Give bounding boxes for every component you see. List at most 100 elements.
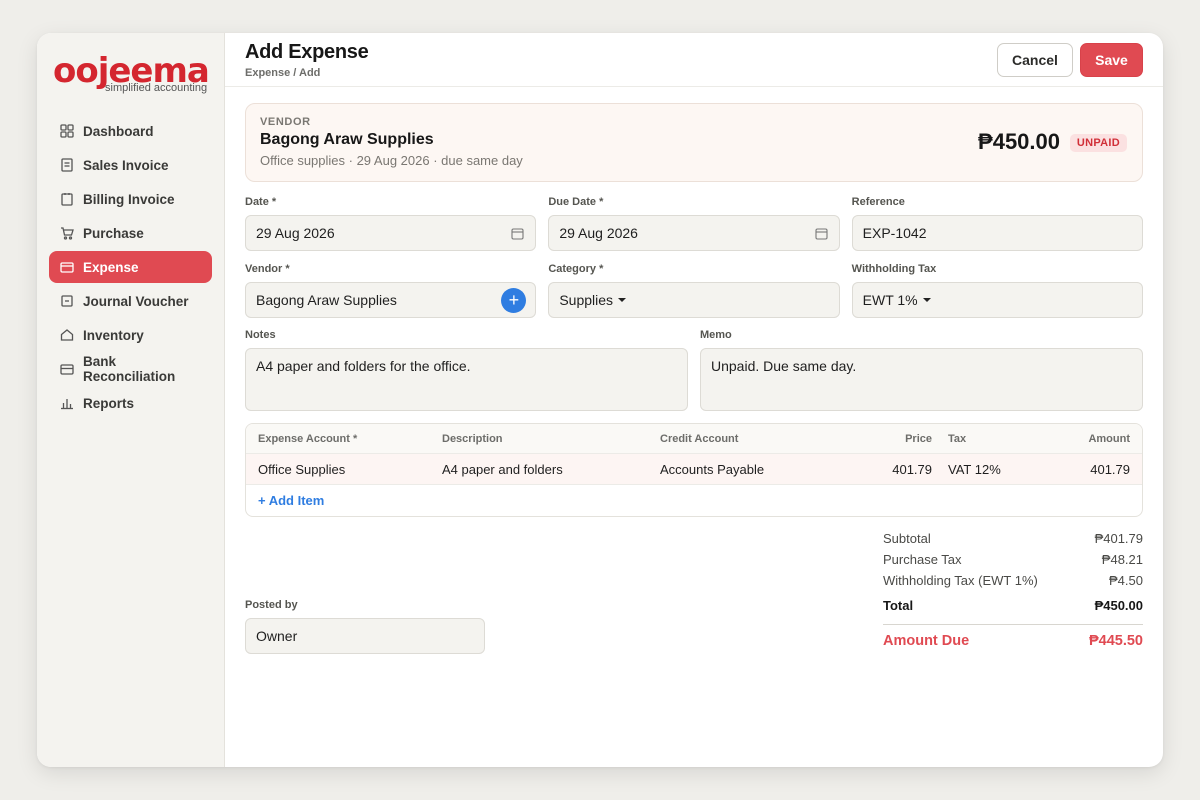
- save-button[interactable]: Save: [1080, 43, 1143, 77]
- cell-description[interactable]: A4 paper and folders: [442, 462, 660, 477]
- add-item-button[interactable]: + Add Item: [246, 485, 1142, 516]
- sidebar-item-label: Journal Voucher: [83, 293, 189, 309]
- cell-expense-account[interactable]: Office Supplies: [258, 462, 442, 477]
- subtotal-row: Subtotal ₱401.79: [883, 531, 1143, 552]
- status-badge: UNPAID: [1069, 134, 1127, 152]
- form-row-notes: Notes A4 paper and folders for the offic…: [245, 329, 1143, 411]
- amount-due-row: Amount Due ₱445.50: [883, 633, 1143, 649]
- sidebar-item-label: Purchase: [83, 225, 144, 241]
- table-header: Expense Account * Description Credit Acc…: [246, 424, 1142, 454]
- main-panel: Add Expense Expense / Add Cancel Save VE…: [225, 33, 1163, 767]
- purchase-tax-value: ₱48.21: [1101, 552, 1143, 567]
- cart-icon: [60, 226, 74, 240]
- sidebar-item-billing-invoice[interactable]: Billing Invoice: [49, 183, 212, 215]
- house-icon: [60, 328, 74, 342]
- total-value: ₱450.00: [1094, 598, 1143, 613]
- posted-by-input[interactable]: Owner: [245, 618, 485, 654]
- amount-due-label: Amount Due: [883, 633, 970, 649]
- notes-field-group: Notes A4 paper and folders for the offic…: [245, 329, 688, 411]
- reference-input[interactable]: EXP-1042: [851, 215, 1143, 251]
- sidebar: oojeema simplified accounting Dashboard …: [37, 33, 225, 767]
- memo-field-group: Memo Unpaid. Due same day.: [700, 329, 1143, 411]
- date-input[interactable]: 29 Aug 2026: [245, 215, 537, 251]
- sidebar-item-label: Sales Invoice: [83, 157, 169, 173]
- grid-icon: [60, 124, 74, 138]
- bar-chart-icon: [60, 396, 74, 410]
- subtotal-label: Subtotal: [883, 531, 931, 546]
- brand-logo: oojeema simplified accounting: [49, 53, 212, 113]
- category-field-group: Category * Supplies: [548, 263, 840, 318]
- cancel-button[interactable]: Cancel: [997, 43, 1073, 77]
- sidebar-item-label: Dashboard: [83, 123, 154, 139]
- cell-price[interactable]: 401.79: [820, 462, 932, 477]
- sidebar-item-dashboard[interactable]: Dashboard: [49, 115, 212, 147]
- vendor-summary-card: VENDOR Bagong Araw Supplies Office suppl…: [245, 103, 1143, 182]
- column-header-credit-account: Credit Account: [660, 432, 739, 445]
- vendor-card-label: VENDOR: [260, 116, 311, 128]
- category-value: Supplies: [559, 292, 614, 308]
- sidebar-item-label: Bank Reconciliation: [83, 354, 176, 384]
- totals-panel: Subtotal ₱401.79 Purchase Tax ₱48.21 Wit…: [883, 531, 1143, 649]
- sidebar-item-label: Reports: [83, 395, 135, 411]
- amount-due-value: ₱445.50: [1088, 633, 1143, 649]
- app-window: oojeema simplified accounting Dashboard …: [37, 33, 1163, 767]
- category-select[interactable]: Supplies: [548, 282, 840, 318]
- line-items-table: Expense Account * Description Credit Acc…: [245, 423, 1143, 517]
- card-icon: [60, 260, 74, 274]
- column-header-expense-account: Expense Account *: [258, 432, 358, 445]
- reference-field-group: Reference EXP-1042: [851, 196, 1143, 251]
- calendar-icon[interactable]: [511, 227, 524, 240]
- add-vendor-button[interactable]: +: [501, 288, 527, 313]
- vendor-select[interactable]: Bagong Araw Supplies +: [245, 282, 537, 318]
- date-label: Date *: [245, 196, 277, 208]
- category-label: Category *: [548, 263, 604, 275]
- sidebar-item-purchase[interactable]: Purchase: [49, 217, 212, 249]
- cell-amount: 401.79: [1090, 461, 1130, 477]
- memo-textarea[interactable]: Unpaid. Due same day.: [700, 348, 1143, 411]
- purchase-tax-label: Purchase Tax: [883, 552, 962, 567]
- subtotal-value: ₱401.79: [1094, 531, 1143, 546]
- sidebar-item-sales-invoice[interactable]: Sales Invoice: [49, 149, 212, 181]
- chevron-down-icon: [922, 298, 931, 302]
- notes-label: Notes: [245, 329, 276, 341]
- bank-card-icon: [60, 362, 74, 376]
- due-date-value: 29 Aug 2026: [559, 225, 638, 241]
- memo-label: Memo: [700, 329, 732, 341]
- totals-divider: [883, 624, 1143, 625]
- total-row: Total ₱450.00: [883, 598, 1143, 622]
- vendor-field-group: Vendor * Bagong Araw Supplies +: [245, 263, 537, 318]
- table-row[interactable]: Office Supplies A4 paper and folders Acc…: [246, 454, 1142, 485]
- sidebar-item-reports[interactable]: Reports: [49, 387, 212, 419]
- form-row-vendor: Vendor * Bagong Araw Supplies + Category…: [245, 263, 1143, 318]
- vendor-card-subtitle: Office supplies · 29 Aug 2026 · due same…: [260, 153, 523, 168]
- column-header-tax: Tax: [948, 432, 967, 445]
- sidebar-item-journal-voucher[interactable]: Journal Voucher: [49, 285, 212, 317]
- posted-by-value: Owner: [256, 628, 298, 644]
- cell-tax[interactable]: VAT 12%: [948, 462, 1028, 477]
- date-field-group: Date * 29 Aug 2026: [245, 196, 537, 251]
- reference-value: EXP-1042: [862, 225, 927, 241]
- purchase-tax-row: Purchase Tax ₱48.21: [883, 552, 1143, 573]
- logo-tagline: simplified accounting: [105, 82, 208, 94]
- vendor-value: Bagong Araw Supplies: [256, 292, 397, 308]
- withholding-label: Withholding Tax (EWT 1%): [883, 573, 1038, 588]
- notes-textarea[interactable]: A4 paper and folders for the office.: [245, 348, 688, 411]
- journal-icon: [60, 294, 74, 308]
- column-header-description: Description: [442, 432, 503, 445]
- withholding-row: Withholding Tax (EWT 1%) ₱4.50: [883, 573, 1143, 594]
- total-label: Total: [883, 598, 914, 613]
- calendar-icon[interactable]: [815, 227, 828, 240]
- sidebar-item-inventory[interactable]: Inventory: [49, 319, 212, 351]
- vendor-label: Vendor *: [245, 263, 290, 275]
- due-date-label: Due Date *: [548, 196, 604, 208]
- withholding-tax-select[interactable]: EWT 1%: [851, 282, 1143, 318]
- cell-credit-account[interactable]: Accounts Payable: [660, 462, 820, 477]
- posted-by-field-group: Posted by Owner: [245, 599, 485, 654]
- column-header-price: Price: [905, 432, 932, 445]
- due-date-input[interactable]: 29 Aug 2026: [548, 215, 840, 251]
- form-row-dates: Date * 29 Aug 2026 Due Date * 29 Aug 202…: [245, 196, 1143, 251]
- sidebar-item-bank-reconciliation[interactable]: Bank Reconciliation: [49, 353, 212, 385]
- sidebar-item-expense[interactable]: Expense: [49, 251, 212, 283]
- column-header-amount: Amount: [1088, 432, 1130, 445]
- withholding-tax-value: EWT 1%: [862, 292, 918, 308]
